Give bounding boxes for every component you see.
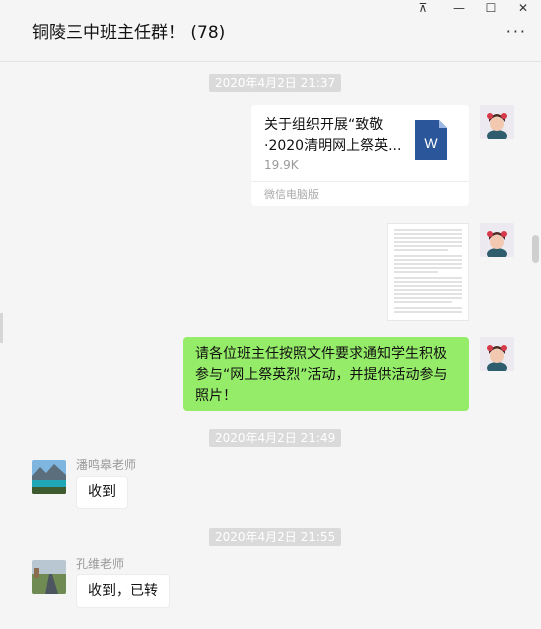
- timestamp: 2020年4月2日 21:55: [209, 528, 342, 546]
- cartoon-avatar-icon: [480, 105, 514, 139]
- maximize-icon[interactable]: ☐: [475, 0, 507, 16]
- avatar[interactable]: [480, 223, 514, 257]
- minimize-icon[interactable]: —: [443, 0, 475, 16]
- scrollbar-thumb[interactable]: [532, 235, 539, 263]
- text-message-bubble[interactable]: 请各位班主任按照文件要求通知学生积极参与“网上祭英烈”活动，并提供活动参与照片！: [183, 337, 469, 411]
- avatar[interactable]: [480, 337, 514, 371]
- close-icon[interactable]: ✕: [507, 0, 539, 16]
- word-file-icon: W: [415, 120, 447, 160]
- more-options-icon[interactable]: ···: [506, 22, 527, 41]
- cartoon-avatar-icon: [480, 337, 514, 371]
- file-size: 19.9K: [264, 158, 299, 172]
- text-message-bubble[interactable]: 收到: [76, 476, 128, 509]
- road-landscape-avatar-icon: [32, 560, 66, 594]
- file-name: 关于组织开展“致敬·2020清明网上祭英...: [264, 117, 402, 154]
- document-thumbnail-icon: [388, 224, 468, 320]
- word-file-letter: W: [424, 135, 438, 151]
- text-message-bubble[interactable]: 收到，已转: [76, 574, 170, 608]
- chat-message-list[interactable]: 2020年4月2日 21:37 关于组织开展“致敬·2020清明网上祭英... …: [0, 63, 541, 629]
- chat-title: 铜陵三中班主任群！ (78): [32, 23, 226, 43]
- title-bar: 铜陵三中班主任群！ (78) ⊼ — ☐ ✕ ···: [0, 0, 541, 62]
- avatar[interactable]: [480, 105, 514, 139]
- divider-handle: [0, 313, 3, 343]
- avatar[interactable]: [32, 460, 66, 494]
- sender-name: 潘鸣皋老师: [76, 458, 137, 472]
- avatar[interactable]: [32, 560, 66, 594]
- landscape-avatar-icon: [32, 460, 66, 494]
- sender-name: 孔维老师: [76, 557, 125, 571]
- document-image-message[interactable]: [387, 223, 469, 321]
- timestamp: 2020年4月2日 21:37: [209, 74, 342, 92]
- cartoon-avatar-icon: [480, 223, 514, 257]
- file-message-card[interactable]: 关于组织开展“致敬·2020清明网上祭英... 19.9K W 微信电脑版: [251, 105, 469, 206]
- timestamp: 2020年4月2日 21:49: [209, 429, 342, 447]
- file-card-divider: [251, 181, 469, 182]
- file-source: 微信电脑版: [264, 188, 319, 201]
- pin-icon[interactable]: ⊼: [407, 0, 439, 16]
